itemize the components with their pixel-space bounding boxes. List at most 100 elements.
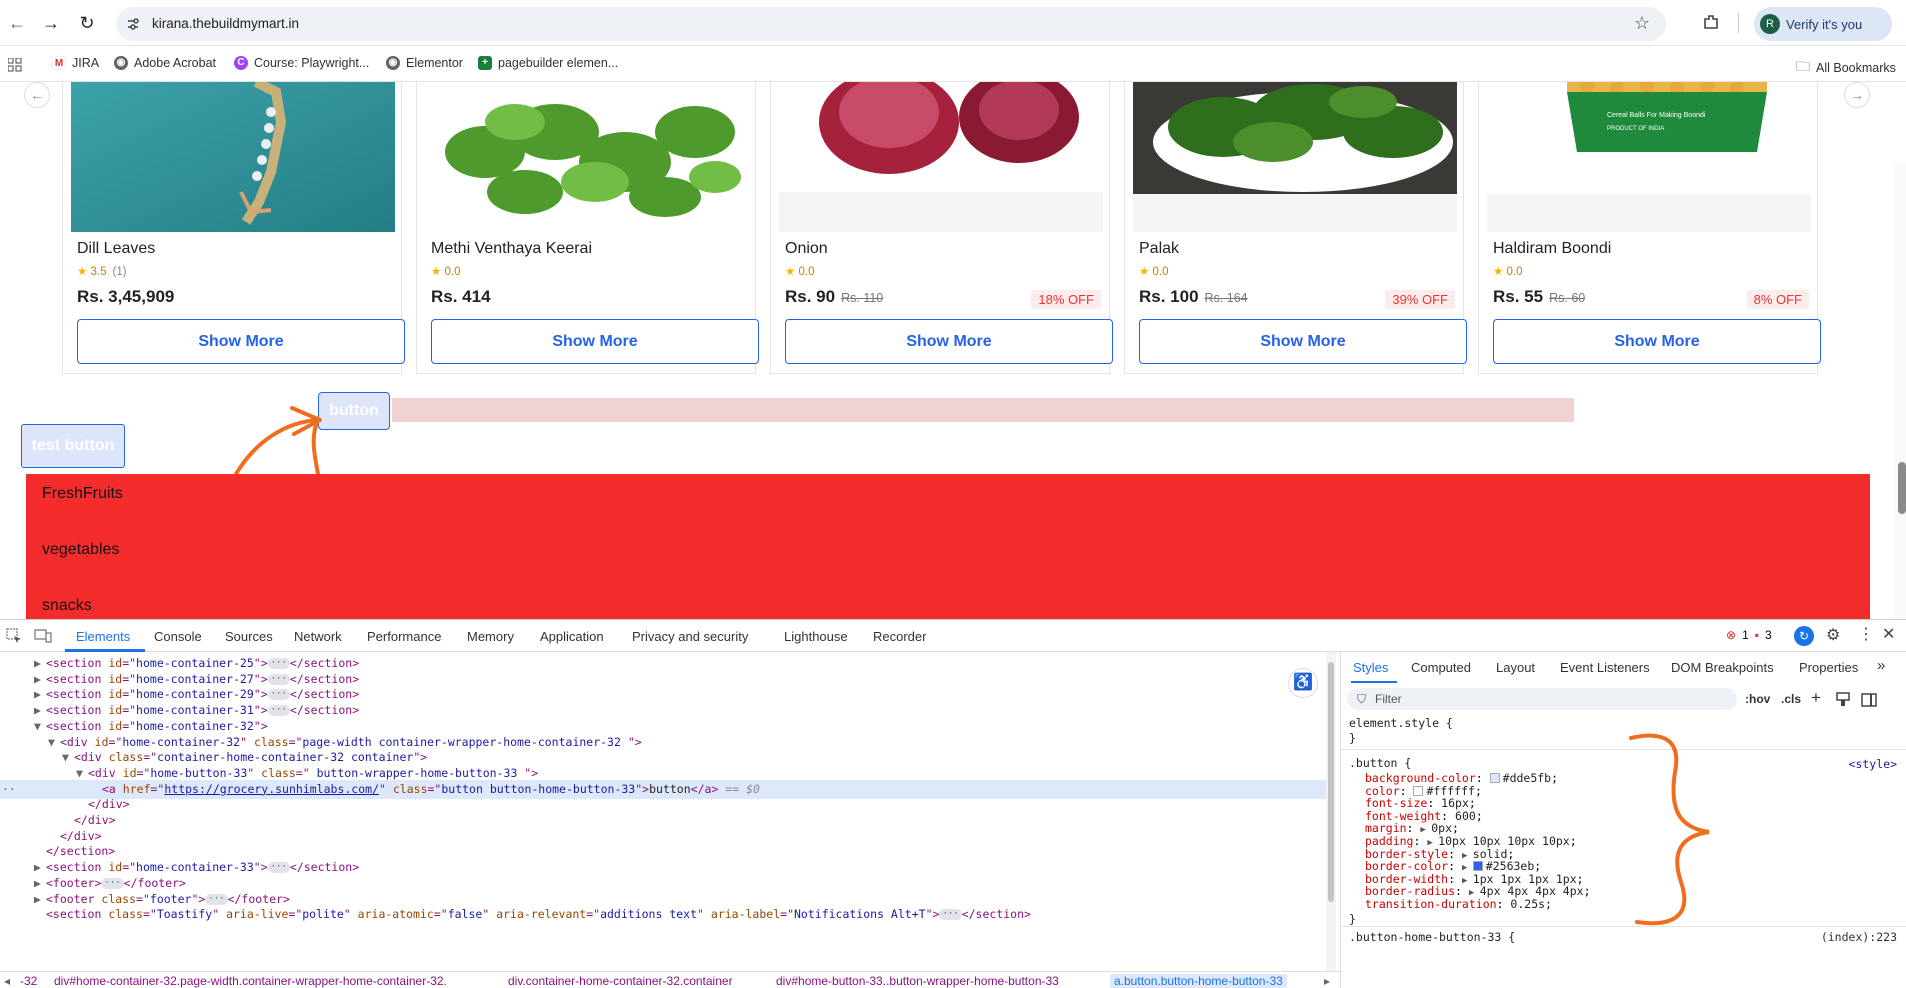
- product-card[interactable]: Palak ★ 0.0 Rs. 100 Rs. 164 39% OFF Show …: [1124, 82, 1467, 374]
- svg-text:Cereal Balls For Making Boondi: Cereal Balls For Making Boondi: [1607, 112, 1706, 119]
- product-card[interactable]: Onion ★ 0.0 Rs. 90 Rs. 110 18% OFF Show M…: [770, 82, 1113, 374]
- product-image[interactable]: [425, 82, 749, 232]
- product-image[interactable]: [71, 82, 395, 232]
- bookmark-elementor[interactable]: ◉ Elementor: [386, 56, 463, 70]
- color-format-icon[interactable]: [1835, 692, 1851, 708]
- page-scrollbar-thumb[interactable]: [1898, 462, 1906, 514]
- product-card[interactable]: Cereal Balls For Making Boondi PRODUCT OF…: [1478, 82, 1821, 374]
- breadcrumb-scroll-right-icon[interactable]: ▸: [1324, 974, 1330, 988]
- styles-pane: Styles Computed Layout Event Listeners D…: [1340, 652, 1906, 988]
- tab-lighthouse[interactable]: Lighthouse: [784, 629, 848, 644]
- tab-console[interactable]: Console: [154, 629, 202, 644]
- product-image[interactable]: [1133, 82, 1457, 232]
- test-button[interactable]: test button: [21, 424, 125, 468]
- device-toggle-icon[interactable]: [34, 628, 52, 644]
- page-scrollbar[interactable]: [1894, 164, 1906, 619]
- reload-icon[interactable]: ↻: [74, 10, 100, 36]
- tab-styles[interactable]: Styles: [1353, 660, 1388, 675]
- filter-input[interactable]: ⛉ Filter: [1347, 688, 1737, 710]
- tab-properties[interactable]: Properties: [1799, 660, 1858, 675]
- show-more-button[interactable]: Show More: [1493, 319, 1821, 364]
- dom-tree[interactable]: ▶ <section id="home-container-25"> ··· </se…: [0, 652, 1326, 971]
- product-card[interactable]: Methi Venthaya Keerai ★ 0.0 Rs. 414 Show…: [416, 82, 759, 374]
- product-name[interactable]: Onion: [785, 240, 828, 258]
- breadcrumb-item[interactable]: div#home-container-32.page-width.contain…: [54, 974, 447, 988]
- rule-source-link[interactable]: (index):223: [1821, 930, 1897, 944]
- category-link[interactable]: snacks: [42, 597, 92, 615]
- accessibility-icon[interactable]: ♿: [1288, 668, 1318, 698]
- category-section: FreshFruits vegetables snacks: [26, 474, 1870, 619]
- bookmark-star-icon[interactable]: ☆: [1634, 13, 1650, 34]
- product-name[interactable]: Palak: [1139, 240, 1179, 258]
- sidebar-toggle-icon[interactable]: [1861, 692, 1877, 708]
- product-name[interactable]: Methi Venthaya Keerai: [431, 240, 592, 258]
- category-link[interactable]: vegetables: [42, 541, 119, 559]
- all-bookmarks[interactable]: 🗀 All Bookmarks: [1796, 56, 1896, 80]
- tab-performance[interactable]: Performance: [367, 629, 441, 644]
- bookmark-adobe-acrobat[interactable]: ◉ Adobe Acrobat: [114, 56, 216, 70]
- hov-toggle[interactable]: :hov: [1745, 692, 1770, 706]
- rule-source-link[interactable]: <style>: [1849, 757, 1897, 771]
- bookmark-pagebuilder[interactable]: + pagebuilder elemen...: [478, 56, 618, 70]
- inspect-element-icon[interactable]: [6, 628, 22, 644]
- close-icon[interactable]: ✕: [1882, 624, 1895, 644]
- show-more-button[interactable]: Show More: [785, 319, 1113, 364]
- tab-privacy-security[interactable]: Privacy and security: [632, 629, 748, 644]
- show-more-button[interactable]: Show More: [431, 319, 759, 364]
- breadcrumb-item[interactable]: div.container-home-container-32.containe…: [508, 974, 733, 988]
- css-line[interactable]: .button-home-button-33 {: [1349, 930, 1515, 945]
- product-price: Rs. 3,45,909: [77, 287, 175, 306]
- dom-node[interactable]: <section class="Toastify" aria-live="pol…: [0, 905, 1326, 924]
- show-more-button[interactable]: Show More: [77, 319, 405, 364]
- tab-sources[interactable]: Sources: [225, 629, 273, 644]
- css-line[interactable]: .button {: [1349, 756, 1411, 771]
- forward-arrow-icon[interactable]: →: [38, 10, 64, 36]
- add-rule-icon[interactable]: +: [1811, 688, 1821, 708]
- issue-counters[interactable]: ⊗ 1 ▪ 3: [1726, 628, 1772, 642]
- tab-elements[interactable]: Elements: [76, 629, 130, 644]
- tab-memory[interactable]: Memory: [467, 629, 514, 644]
- site-info-icon[interactable]: [126, 17, 140, 31]
- tab-network[interactable]: Network: [294, 629, 342, 644]
- tab-event-listeners[interactable]: Event Listeners: [1560, 660, 1650, 675]
- category-link[interactable]: FreshFruits: [42, 485, 123, 503]
- tab-dom-breakpoints[interactable]: DOM Breakpoints: [1671, 660, 1774, 675]
- breadcrumb-item[interactable]: div#home-button-33..button-wrapper-home-…: [776, 974, 1059, 988]
- address-bar[interactable]: kirana.thebuildmymart.in ☆: [116, 7, 1666, 41]
- breadcrumb-scroll-left-icon[interactable]: ◂: [4, 974, 10, 988]
- bookmark-course-playwright[interactable]: C Course: Playwright...: [234, 56, 369, 70]
- product-name[interactable]: Haldiram Boondi: [1493, 240, 1611, 258]
- ai-assistant-icon[interactable]: ↻: [1794, 626, 1814, 646]
- bookmark-jira[interactable]: M JIRA: [52, 56, 99, 70]
- error-icon: ⊗: [1726, 628, 1737, 642]
- carousel-prev-button[interactable]: ←: [24, 82, 50, 108]
- css-line[interactable]: }: [1349, 731, 1356, 746]
- product-card[interactable]: Dill Leaves ★ 3.5 (1) Rs. 3,45,909 Show M…: [62, 82, 405, 374]
- css-line[interactable]: element.style {: [1349, 716, 1453, 731]
- toolbar-divider: [1738, 13, 1739, 33]
- breadcrumb: ◂ -32 div#home-container-32.page-width.c…: [0, 971, 1340, 988]
- more-tabs-icon[interactable]: »: [1877, 657, 1885, 674]
- product-image[interactable]: Cereal Balls For Making Boondi PRODUCT OF…: [1487, 82, 1811, 232]
- breadcrumb-item-current[interactable]: a.button.button-home-button-33: [1110, 974, 1287, 988]
- carousel-next-button[interactable]: →: [1844, 82, 1870, 108]
- gear-icon[interactable]: ⚙: [1826, 625, 1840, 645]
- tab-recorder[interactable]: Recorder: [873, 629, 926, 644]
- css-line[interactable]: transition-duration: 0.25s;: [1349, 897, 1552, 912]
- back-arrow-icon[interactable]: ←: [4, 10, 30, 36]
- globe-icon: ◉: [386, 56, 400, 70]
- more-vert-icon[interactable]: ⋮: [1858, 624, 1874, 644]
- show-more-button[interactable]: Show More: [1139, 319, 1467, 364]
- tab-layout[interactable]: Layout: [1496, 660, 1535, 675]
- dom-tree-scrollbar-thumb[interactable]: [1328, 662, 1334, 902]
- product-name[interactable]: Dill Leaves: [77, 240, 155, 258]
- apps-grid-icon[interactable]: [8, 58, 22, 72]
- profile-verify-button[interactable]: R Verify it's you: [1754, 7, 1892, 41]
- product-image[interactable]: [779, 82, 1103, 232]
- breadcrumb-item[interactable]: -32: [20, 974, 37, 988]
- tab-computed[interactable]: Computed: [1411, 660, 1471, 675]
- css-line[interactable]: }: [1349, 912, 1356, 927]
- cls-toggle[interactable]: .cls: [1781, 692, 1801, 706]
- extensions-icon[interactable]: [1702, 13, 1720, 31]
- tab-application[interactable]: Application: [540, 629, 604, 644]
